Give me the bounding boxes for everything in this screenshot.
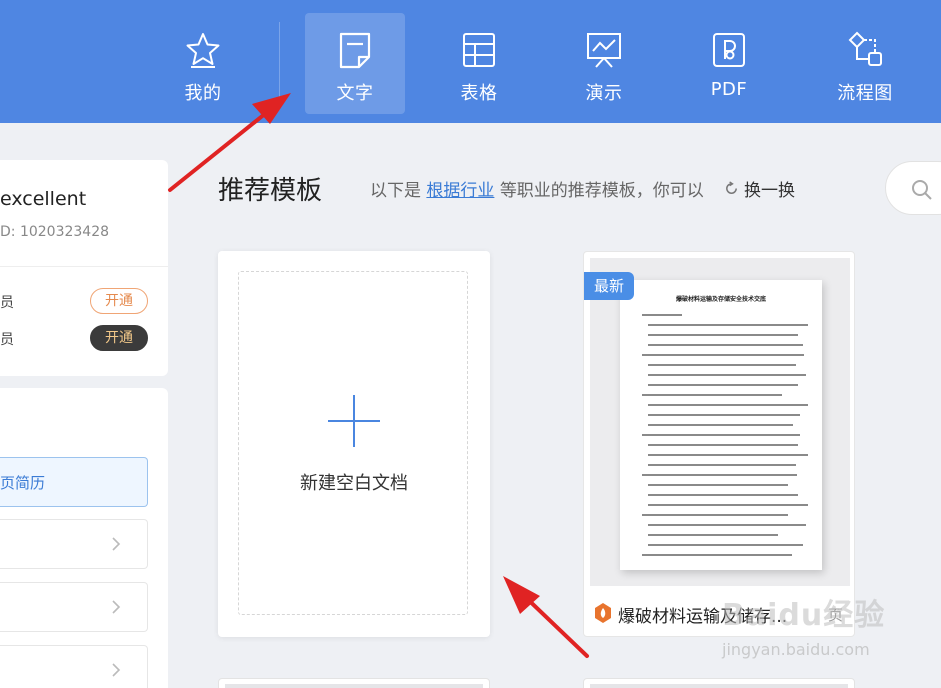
doc-text-line: [648, 324, 808, 326]
industry-link[interactable]: 根据行业: [426, 181, 494, 201]
watermark: Baidu经验 jingyan.baidu.com: [722, 590, 892, 670]
template-preview: 爆破材料运输及存储安全技术交底: [590, 258, 850, 586]
doc-text-line: [642, 514, 788, 516]
vip-label: 员: [0, 295, 14, 311]
vip-row: 员 开通: [0, 325, 168, 353]
document-icon: [339, 32, 371, 69]
refresh-label: 换一换: [744, 181, 795, 201]
doc-text-line: [648, 504, 808, 506]
doc-text-line: [648, 494, 798, 496]
nav-item-presentation[interactable]: 演示: [554, 13, 654, 114]
nav-label-spreadsheet: 表格: [460, 83, 498, 104]
desc-prefix: 以下是: [370, 181, 421, 201]
refresh-button[interactable]: 换一换: [724, 176, 795, 201]
new-badge: 最新: [584, 272, 634, 300]
doc-text-line: [648, 454, 808, 456]
template-doc-title: 爆破材料运输及存储安全技术交底: [675, 296, 766, 303]
chevron-right-icon: [112, 537, 121, 551]
doc-text-line: [648, 374, 806, 376]
watermark-logo: Baidu经验: [722, 598, 886, 633]
doc-text-line: [642, 474, 797, 476]
nav-item-writer[interactable]: 文字: [305, 13, 405, 114]
nav-label-mine: 我的: [184, 83, 222, 104]
watermark-url: jingyan.baidu.com: [722, 640, 870, 659]
template-type-icon: [595, 603, 611, 623]
nav-item-flowchart[interactable]: 流程图: [815, 13, 915, 114]
blank-card-dashed-area: 新建空白文档: [238, 271, 468, 615]
doc-text-line: [648, 544, 803, 546]
nav-item-pdf[interactable]: PDF: [679, 13, 779, 114]
search-icon: [912, 180, 932, 200]
doc-text-line: [648, 364, 796, 366]
doc-text-line: [648, 534, 778, 536]
nav-label-flowchart: 流程图: [837, 83, 893, 104]
doc-text-line: [648, 384, 798, 386]
profile-card: excellent D: 1020323428 员 开通 员 开通: [0, 160, 168, 376]
nav-label-writer: 文字: [336, 83, 374, 104]
section-title: 推荐模板: [218, 176, 323, 206]
pdf-icon: [713, 33, 745, 67]
new-blank-document-label: 新建空白文档: [300, 473, 408, 494]
doc-text-line: [642, 554, 792, 556]
doc-text-line: [648, 334, 798, 336]
doc-text-line: [648, 344, 803, 346]
doc-text-line: [648, 524, 806, 526]
doc-text-line: [648, 464, 796, 466]
section-description: 以下是 根据行业 等职业的推荐模板，你可以: [370, 176, 704, 201]
sidebar-item-label: 页简历: [0, 474, 46, 492]
doc-text-line: [648, 424, 793, 426]
doc-text-line: [648, 484, 788, 486]
vip-label: 员: [0, 332, 14, 348]
template-card-peek[interactable]: [583, 678, 855, 688]
top-nav-bar: 我的 文字 表格 演示 PDF 流程图: [0, 0, 941, 123]
doc-text-line: [648, 444, 798, 446]
template-page-thumbnail: 爆破材料运输及存储安全技术交底: [620, 280, 822, 570]
sidebar-item[interactable]: [0, 519, 148, 569]
nav-item-spreadsheet[interactable]: 表格: [429, 13, 529, 114]
search-input[interactable]: [885, 161, 941, 215]
flowchart-icon: [848, 31, 882, 66]
chevron-right-icon: [112, 600, 121, 614]
template-card[interactable]: 爆破材料运输及存储安全技术交底 最新 爆破材料运输及储存... 页: [583, 251, 855, 637]
plus-icon: [328, 395, 380, 447]
activate-vip-button[interactable]: 开通: [90, 288, 148, 314]
new-blank-document-card[interactable]: 新建空白文档: [218, 251, 490, 637]
spreadsheet-icon: [463, 33, 495, 67]
doc-text-line: [642, 314, 682, 316]
sidebar-item-resume[interactable]: 页简历: [0, 457, 148, 507]
doc-text-line: [642, 354, 804, 356]
template-card-peek[interactable]: [218, 678, 490, 688]
doc-text-line: [642, 394, 782, 396]
profile-name: excellent: [0, 188, 87, 210]
sidebar-panel: 页简历: [0, 388, 168, 688]
activate-svip-button[interactable]: 开通: [90, 325, 148, 351]
nav-divider: [279, 22, 280, 102]
star-icon: [186, 33, 220, 68]
profile-id: D: 1020323428: [0, 224, 110, 240]
sidebar-item[interactable]: [0, 582, 148, 632]
nav-label-pdf: PDF: [710, 79, 748, 100]
chevron-right-icon: [112, 663, 121, 677]
doc-text-line: [642, 434, 800, 436]
red-arrow-icon: [503, 576, 589, 658]
profile-divider: [0, 266, 168, 267]
doc-text-line: [648, 404, 808, 406]
desc-suffix: 等职业的推荐模板，你可以: [499, 181, 704, 201]
nav-label-presentation: 演示: [585, 83, 623, 104]
vip-row: 员 开通: [0, 288, 168, 316]
nav-item-mine[interactable]: 我的: [153, 13, 253, 114]
presentation-icon: [587, 33, 621, 68]
doc-text-line: [648, 414, 800, 416]
refresh-icon: [726, 181, 737, 194]
sidebar-item[interactable]: [0, 645, 148, 688]
